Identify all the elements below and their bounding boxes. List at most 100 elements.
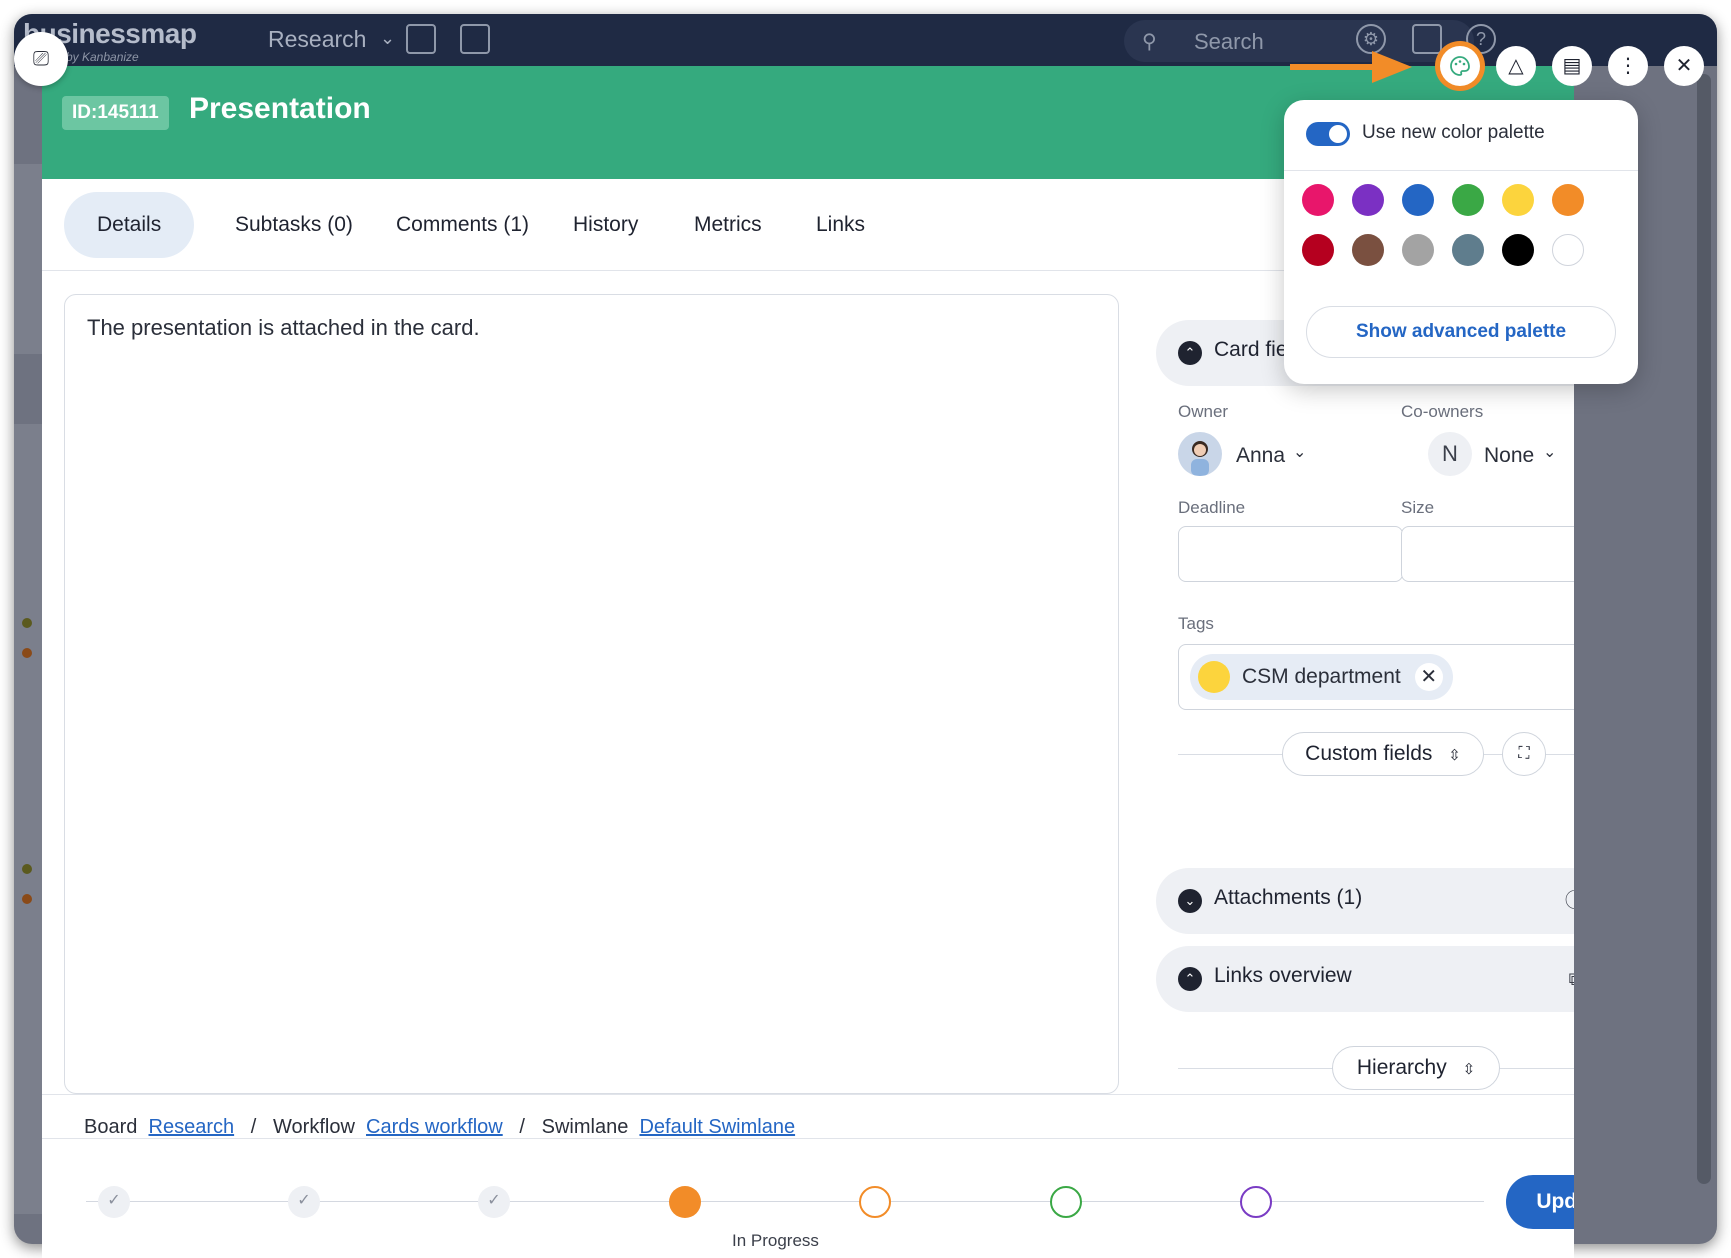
color-swatch[interactable] bbox=[1502, 184, 1534, 216]
chevron-up-icon[interactable]: ⌃ bbox=[1178, 967, 1202, 991]
search-placeholder: Search bbox=[1194, 29, 1264, 54]
color-swatch[interactable] bbox=[1452, 184, 1484, 216]
tab-links[interactable]: Links bbox=[783, 192, 898, 258]
tag-chip: CSM department ✕ bbox=[1190, 654, 1453, 700]
close-icon[interactable]: ✕ bbox=[1664, 46, 1704, 86]
color-swatch[interactable] bbox=[1402, 234, 1434, 266]
annotation-arrow-shaft bbox=[1290, 64, 1378, 70]
close-icon[interactable]: ✕ bbox=[1414, 663, 1443, 691]
warning-icon[interactable]: △ bbox=[1496, 46, 1536, 86]
chevron-down-icon[interactable]: ⌄ bbox=[1543, 442, 1556, 462]
workflow-step[interactable]: ✓ bbox=[478, 1186, 510, 1218]
tab-comments[interactable]: Comments (1) bbox=[363, 192, 562, 258]
card-title[interactable]: Presentation bbox=[189, 92, 371, 126]
gear-icon[interactable]: ⚙ bbox=[1356, 24, 1386, 54]
expand-icon[interactable]: ⛶ bbox=[1502, 732, 1546, 776]
info-icon[interactable]: ⓘ bbox=[1558, 884, 1574, 918]
attachments-section[interactable]: ⌄ Attachments (1) ⓘ + bbox=[1156, 868, 1574, 934]
color-swatch[interactable] bbox=[1502, 234, 1534, 266]
collapse-icon: ⇳ bbox=[1462, 1061, 1476, 1078]
color-palette-button[interactable] bbox=[1440, 46, 1480, 86]
workflow-step[interactable]: ✓ bbox=[288, 1186, 320, 1218]
description-editor[interactable]: The presentation is attached in the card… bbox=[64, 294, 1119, 1094]
coowner-name[interactable]: None bbox=[1484, 444, 1534, 468]
links-overview-section[interactable]: ⌃ Links overview ⧉ + bbox=[1156, 946, 1574, 1012]
chevron-down-icon[interactable]: ⌄ bbox=[1293, 442, 1306, 462]
page-scrollbar[interactable] bbox=[1697, 74, 1711, 1184]
app-sublogo: by Kanbanize bbox=[66, 50, 139, 64]
avatar[interactable] bbox=[1178, 432, 1222, 476]
board-dot bbox=[22, 894, 32, 904]
hierarchy-icon[interactable]: ⧉ bbox=[1558, 962, 1574, 996]
workflow-step[interactable] bbox=[669, 1186, 701, 1218]
workflow-step[interactable] bbox=[1240, 1186, 1272, 1218]
breadcrumb-separator: / bbox=[519, 1116, 525, 1138]
tag-name: CSM department bbox=[1242, 665, 1401, 688]
color-swatch[interactable] bbox=[1552, 234, 1584, 266]
board-selector[interactable]: Research bbox=[268, 26, 366, 53]
owner-name[interactable]: Anna bbox=[1236, 444, 1285, 468]
color-swatch[interactable] bbox=[1402, 184, 1434, 216]
size-label: Size bbox=[1401, 498, 1435, 517]
popover-divider bbox=[1284, 170, 1638, 171]
footer-divider bbox=[42, 1138, 1574, 1139]
board-column-bg bbox=[14, 164, 42, 354]
more-icon[interactable]: ⋮ bbox=[1608, 46, 1648, 86]
coowner-avatar[interactable]: N bbox=[1428, 432, 1472, 476]
workflow-step[interactable]: ✓ bbox=[98, 1186, 130, 1218]
tab-history[interactable]: History bbox=[540, 192, 671, 258]
update-card-button[interactable]: Update card bbox=[1506, 1175, 1574, 1229]
breadcrumb-separator: / bbox=[250, 1116, 257, 1138]
board-dot bbox=[22, 618, 32, 628]
screen: businessmap by Kanbanize Research ⌄ ⚲ Se… bbox=[0, 0, 1731, 1258]
breadcrumb-board-label: Board bbox=[84, 1116, 138, 1138]
breadcrumb-swimlane-link[interactable]: Default Swimlane bbox=[639, 1116, 795, 1138]
breadcrumb-workflow-label: Workflow bbox=[273, 1116, 355, 1138]
breadcrumb-board-link[interactable]: Research bbox=[149, 1116, 235, 1138]
tab-metrics[interactable]: Metrics bbox=[661, 192, 795, 258]
chevron-down-icon[interactable]: ⌄ bbox=[380, 28, 395, 49]
custom-fields-label: Custom fields bbox=[1305, 742, 1433, 765]
clipboard-icon[interactable] bbox=[1412, 24, 1442, 54]
description-text: The presentation is attached in the card… bbox=[87, 315, 480, 340]
attachments-label: Attachments (1) bbox=[1214, 886, 1363, 909]
tags-label: Tags bbox=[1178, 614, 1214, 633]
analytics-icon[interactable] bbox=[460, 24, 490, 54]
board-dot bbox=[22, 648, 32, 658]
tab-details[interactable]: Details bbox=[64, 192, 195, 258]
chevron-down-icon[interactable]: ⌄ bbox=[1178, 889, 1202, 913]
color-swatch[interactable] bbox=[1352, 184, 1384, 216]
deadline-label: Deadline bbox=[1178, 498, 1246, 517]
tab-subtasks[interactable]: Subtasks (0) bbox=[202, 192, 386, 258]
collapse-panel-button[interactable]: ⎚ bbox=[14, 32, 68, 86]
chevron-updown-icon: ⇳ bbox=[1448, 747, 1461, 764]
color-swatch[interactable] bbox=[1352, 234, 1384, 266]
board-column-bg bbox=[14, 424, 42, 1214]
hierarchy-button[interactable]: Hierarchy ⇳ bbox=[1332, 1046, 1500, 1090]
deadline-field[interactable] bbox=[1178, 526, 1403, 582]
board-view-icon[interactable] bbox=[406, 24, 436, 54]
current-step-label: In Progress bbox=[732, 1231, 819, 1250]
color-swatch[interactable] bbox=[1452, 234, 1484, 266]
links-overview-label: Links overview bbox=[1214, 964, 1352, 987]
color-swatch[interactable] bbox=[1302, 184, 1334, 216]
annotation-arrow-head bbox=[1372, 51, 1412, 83]
breadcrumb-workflow-link[interactable]: Cards workflow bbox=[366, 1116, 503, 1138]
card-id-badge: ID:145111 bbox=[62, 96, 169, 130]
breadcrumb: Board Research / Workflow Cards workflow… bbox=[84, 1116, 795, 1139]
new-palette-toggle[interactable] bbox=[1306, 122, 1350, 146]
palette-icon bbox=[1450, 56, 1470, 76]
workflow-step[interactable] bbox=[859, 1186, 891, 1218]
color-swatch[interactable] bbox=[1552, 184, 1584, 216]
show-advanced-palette-button[interactable]: Show advanced palette bbox=[1306, 306, 1616, 358]
board-dot bbox=[22, 864, 32, 874]
color-palette-popover: Use new color palette Show advanced pale… bbox=[1284, 100, 1638, 384]
new-palette-toggle-label: Use new color palette bbox=[1362, 122, 1545, 143]
layout-icon[interactable]: ▤ bbox=[1552, 46, 1592, 86]
hierarchy-label: Hierarchy bbox=[1356, 1056, 1447, 1079]
workflow-step[interactable] bbox=[1050, 1186, 1082, 1218]
color-swatch[interactable] bbox=[1302, 234, 1334, 266]
custom-fields-button[interactable]: Custom fields ⇳ bbox=[1282, 732, 1484, 776]
size-field[interactable] bbox=[1401, 526, 1574, 582]
chevron-up-icon[interactable]: ⌃ bbox=[1178, 341, 1202, 365]
